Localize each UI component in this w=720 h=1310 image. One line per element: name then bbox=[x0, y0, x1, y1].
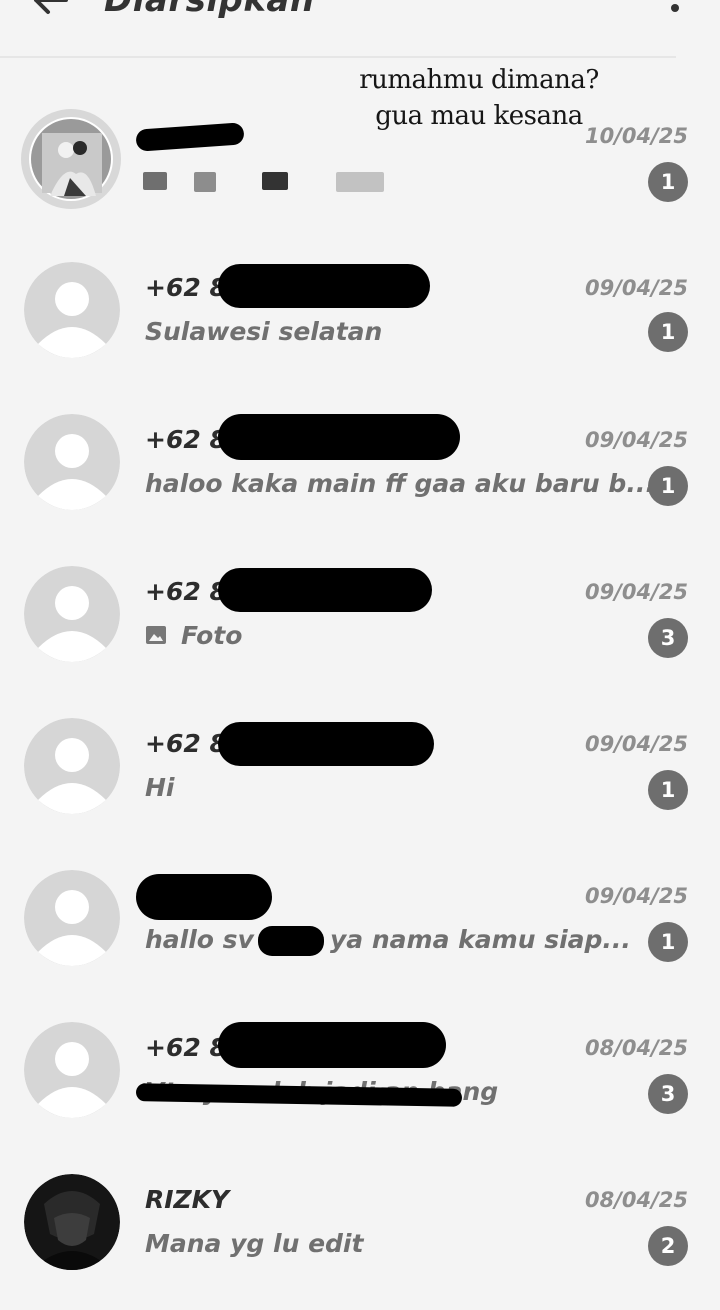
last-message: hallo sv bbox=[145, 925, 254, 954]
contact-name: RIZKY bbox=[145, 1185, 230, 1214]
unread-badge: 1 bbox=[648, 770, 688, 810]
contact-name: +62 8 bbox=[145, 273, 227, 302]
chat-date: 08/04/25 bbox=[584, 1188, 688, 1212]
app-bar: Diarsipkan bbox=[0, 0, 720, 56]
chat-date: 08/04/25 bbox=[584, 1036, 688, 1060]
unread-badge: 1 bbox=[648, 466, 688, 506]
redaction-mark bbox=[218, 264, 430, 308]
contact-name: +62 8 bbox=[145, 577, 227, 606]
redacted-emoji bbox=[262, 172, 288, 190]
redaction-mark bbox=[218, 568, 432, 612]
chat-row[interactable]: hallo sv ya nama kamu siap... 09/04/25 1 bbox=[0, 854, 720, 1006]
redacted-emoji bbox=[336, 172, 384, 192]
last-message: haloo kaka main ff gaa aku baru b... bbox=[145, 469, 655, 498]
chat-date: 09/04/25 bbox=[584, 276, 688, 300]
chat-row[interactable]: +62 8 Sulawesi selatan 09/04/25 1 bbox=[0, 246, 720, 398]
unread-badge: 2 bbox=[648, 1226, 688, 1266]
contact-name: +62 8 bbox=[145, 1033, 227, 1062]
chat-row[interactable]: +62 8 haloo kaka main ff gaa aku baru b.… bbox=[0, 398, 720, 550]
app-bar-divider bbox=[0, 56, 676, 58]
redaction-mark bbox=[218, 414, 460, 460]
unread-badge: 3 bbox=[648, 618, 688, 658]
redaction-mark bbox=[258, 926, 324, 956]
unread-badge: 1 bbox=[648, 922, 688, 962]
contact-photo-avatar bbox=[20, 108, 122, 210]
default-avatar-icon bbox=[24, 566, 120, 662]
redacted-emoji bbox=[194, 172, 216, 192]
last-message: Mana yg lu edit bbox=[145, 1229, 364, 1258]
redaction-mark bbox=[135, 122, 245, 152]
caption-line-2: gua mau kesana bbox=[375, 101, 583, 131]
back-arrow-icon[interactable] bbox=[28, 0, 72, 22]
caption-line-1: rumahmu dimana? bbox=[359, 65, 599, 95]
redacted-emoji bbox=[143, 172, 167, 190]
redaction-mark bbox=[218, 722, 434, 766]
more-options-icon[interactable] bbox=[668, 0, 682, 18]
last-message: Hi bbox=[145, 773, 175, 802]
chat-date: 09/04/25 bbox=[584, 732, 688, 756]
last-message: Foto bbox=[145, 620, 242, 652]
chat-row[interactable]: +62 8 Vt nya udah jadi an bang 08/04/25 … bbox=[0, 1006, 720, 1158]
default-avatar-icon bbox=[24, 414, 120, 510]
contact-name: +62 8 bbox=[145, 425, 227, 454]
unread-badge: 1 bbox=[648, 312, 688, 352]
default-avatar-icon bbox=[24, 870, 120, 966]
contact-photo-avatar bbox=[24, 1174, 120, 1270]
last-message: Sulawesi selatan bbox=[145, 317, 383, 346]
page-title: Diarsipkan bbox=[104, 0, 315, 20]
unread-badge: 1 bbox=[648, 162, 688, 202]
chat-date: 09/04/25 bbox=[584, 580, 688, 604]
last-message-text: Foto bbox=[181, 621, 243, 650]
contact-name: +62 8 bbox=[145, 729, 227, 758]
chat-row[interactable]: +62 8 Foto 09/04/25 3 bbox=[0, 550, 720, 702]
chat-date: 09/04/25 bbox=[584, 428, 688, 452]
chat-row[interactable]: RIZKY Mana yg lu edit 08/04/25 2 bbox=[0, 1158, 720, 1310]
default-avatar-icon bbox=[24, 1022, 120, 1118]
last-message-tail: ya nama kamu siap... bbox=[330, 925, 631, 954]
redaction-mark bbox=[218, 1022, 446, 1068]
default-avatar-icon bbox=[24, 718, 120, 814]
caption-overlay: rumahmu dimana? gua mau kesana bbox=[318, 62, 640, 134]
redaction-mark bbox=[136, 874, 272, 920]
photo-icon bbox=[145, 622, 167, 644]
unread-badge: 3 bbox=[648, 1074, 688, 1114]
chat-date: 09/04/25 bbox=[584, 884, 688, 908]
chat-row[interactable]: +62 8 Hi 09/04/25 1 bbox=[0, 702, 720, 854]
default-avatar-icon bbox=[24, 262, 120, 358]
